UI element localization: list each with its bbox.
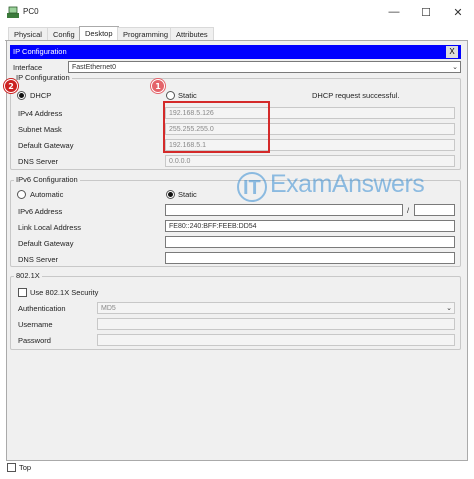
interface-value: FastEthernet0 <box>72 64 116 71</box>
top-label: Top <box>19 463 32 472</box>
link-local-label: Link Local Address <box>18 223 81 232</box>
use-8021x-label: Use 802.1X Security <box>30 288 99 297</box>
close-button[interactable]: X <box>446 46 458 58</box>
tab-config[interactable]: Config <box>47 27 81 41</box>
authentication-value: MD5 <box>101 305 116 312</box>
annotation-badge-1: 1 <box>151 79 165 93</box>
dns-server-label: DNS Server <box>18 157 59 166</box>
tab-attributes[interactable]: Attributes <box>170 27 214 41</box>
tab-programming[interactable]: Programming <box>117 27 175 41</box>
static-label: Static <box>178 91 197 100</box>
ipv6-default-gateway-label: Default Gateway <box>18 239 74 248</box>
title-bar: PC0 — ☐ ✕ <box>0 0 474 24</box>
tab-desktop[interactable]: Desktop <box>79 26 119 41</box>
username-label: Username <box>18 320 53 329</box>
ip-configuration-title: IP Configuration <box>13 47 67 56</box>
ipv6-prefix-field[interactable] <box>414 204 455 216</box>
prefix-separator: / <box>407 206 410 215</box>
watermark-text: ExamAnswers <box>270 170 425 198</box>
password-label: Password <box>18 336 51 345</box>
chevron-down-icon: ⌄ <box>446 305 452 312</box>
dhcp-status-text: DHCP request successful. <box>312 91 400 100</box>
authentication-label: Authentication <box>18 304 66 313</box>
svg-text:IT: IT <box>243 177 261 199</box>
password-field[interactable] <box>97 334 455 346</box>
highlight-box <box>163 101 270 153</box>
annotation-badge-2: 2 <box>4 79 18 93</box>
maximize-icon[interactable]: ☐ <box>410 0 442 24</box>
tab-label: Physical <box>14 30 42 39</box>
close-icon[interactable]: ✕ <box>442 0 474 24</box>
ipv6-dns-server-label: DNS Server <box>18 255 59 264</box>
subnet-mask-label: Subnet Mask <box>18 125 62 134</box>
ipv6-static-label: Static <box>178 190 197 199</box>
minimize-icon[interactable]: — <box>378 0 410 24</box>
ipv4-address-label: IPv4 Address <box>18 109 63 118</box>
dhcp-radio[interactable] <box>17 91 26 100</box>
chevron-down-icon: ⌄ <box>452 64 458 71</box>
tab-label: Config <box>53 30 75 39</box>
automatic-radio[interactable] <box>17 190 26 199</box>
tab-label: Desktop <box>85 29 113 38</box>
use-8021x-checkbox[interactable] <box>18 288 27 297</box>
interface-select[interactable]: FastEthernet0 ⌄ <box>68 61 461 73</box>
interface-label: Interface <box>13 63 43 72</box>
tab-physical[interactable]: Physical <box>8 27 48 41</box>
ipv6-default-gateway-field[interactable] <box>165 236 455 248</box>
window-title: PC0 <box>23 7 39 16</box>
ipv4-group-title: IP Configuration <box>14 73 72 82</box>
static-radio[interactable] <box>166 91 175 100</box>
ip-configuration-header: IP Configuration X <box>10 45 461 59</box>
automatic-label: Automatic <box>30 190 64 199</box>
username-field[interactable] <box>97 318 455 330</box>
dot1x-group-title: 802.1X <box>14 271 42 280</box>
authentication-select[interactable]: MD5 ⌄ <box>97 302 455 314</box>
ipv6-dns-server-field[interactable] <box>165 252 455 264</box>
ipv6-group-title: IPv6 Configuration <box>14 175 80 184</box>
default-gateway-label: Default Gateway <box>18 141 74 150</box>
ipv6-address-label: IPv6 Address <box>18 207 63 216</box>
tab-label: Programming <box>123 30 169 39</box>
ipv6-static-radio[interactable] <box>166 190 175 199</box>
top-checkbox[interactable] <box>7 463 16 472</box>
tab-label: Attributes <box>176 30 208 39</box>
dhcp-label: DHCP <box>30 91 52 100</box>
dns-server-field[interactable]: 0.0.0.0 <box>165 155 455 167</box>
link-local-field[interactable]: FE80::240:BFF:FEEB:DD54 <box>165 220 455 232</box>
app-icon <box>7 6 19 18</box>
